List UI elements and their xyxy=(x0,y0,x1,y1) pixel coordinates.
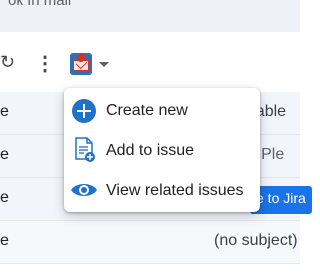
toolbar: ↻ ⋮ xyxy=(0,32,300,92)
jira-mail-icon xyxy=(70,53,92,75)
sender-fragment: e xyxy=(0,146,9,163)
subject-fragment: (no subject) xyxy=(214,232,298,249)
jira-extension-button[interactable] xyxy=(68,52,112,78)
plus-circle-icon xyxy=(72,99,96,123)
jira-action-menu: Create new Add to issue View related iss… xyxy=(64,88,260,212)
menu-item-view-related-issues[interactable]: View related issues xyxy=(64,171,260,211)
menu-item-create-new[interactable]: Create new xyxy=(64,91,260,131)
top-bar: ок In mail xyxy=(0,0,300,33)
menu-item-label: View related issues xyxy=(106,182,244,199)
refresh-icon[interactable]: ↻ xyxy=(0,52,15,73)
more-options-icon[interactable]: ⋮ xyxy=(35,54,55,74)
menu-item-label: Create new xyxy=(106,102,188,119)
sender-fragment: e xyxy=(0,232,9,249)
eye-icon xyxy=(71,184,97,196)
sender-fragment: e xyxy=(0,103,9,120)
menu-item-label: Add to issue xyxy=(106,142,195,159)
document-add-icon xyxy=(75,137,95,162)
chevron-down-icon xyxy=(99,62,109,67)
page-title: ок In mail xyxy=(8,0,72,9)
sender-fragment: e xyxy=(0,189,9,206)
email-row[interactable]: e (no subject) xyxy=(0,221,300,264)
menu-item-add-to-issue[interactable]: Add to issue xyxy=(64,131,260,171)
bug-icon xyxy=(77,54,85,62)
